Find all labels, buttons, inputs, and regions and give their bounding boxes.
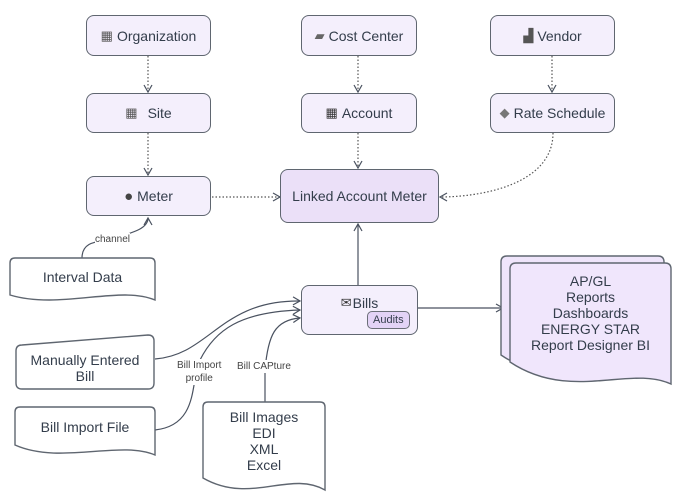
edge-rate-linked — [438, 132, 554, 202]
calculator-icon: ▦ — [325, 105, 338, 120]
folder-icon: ▰ — [314, 27, 325, 43]
manual-bill-label: Manually Entered Bill — [30, 352, 140, 384]
interval-data-label: Interval Data — [42, 269, 123, 285]
bill-import-file-label: Bill Import File — [40, 419, 130, 435]
bill-sources-label: Bill Images EDI XML Excel — [229, 409, 299, 473]
meter-node[interactable]: ● Meter — [86, 176, 211, 216]
bill-import-profile-label: Bill Import profile — [177, 359, 222, 385]
factory-icon: ▟ — [523, 27, 534, 43]
site-node[interactable]: ▦ Site — [86, 93, 211, 133]
cost-center-node[interactable]: ▰ Cost Center — [301, 15, 417, 56]
audits-badge[interactable]: Audits — [367, 311, 410, 329]
account-node[interactable]: ▦ Account — [301, 93, 417, 133]
organization-node[interactable]: ▦ Organization — [86, 15, 211, 56]
tag-icon: ◆ — [499, 105, 510, 120]
meter-icon: ● — [124, 187, 134, 205]
outputs-label: AP/GL Reports Dashboards ENERGY STAR Rep… — [530, 273, 651, 353]
linked-account-meter-node[interactable]: Linked Account Meter — [280, 169, 439, 223]
office-building-icon: ▦ — [125, 105, 138, 120]
channel-edge-label: channel — [95, 233, 131, 246]
rate-schedule-node[interactable]: ◆ Rate Schedule — [490, 93, 615, 133]
vendor-node[interactable]: ▟ Vendor — [490, 15, 615, 56]
edge-manual-bills — [154, 296, 302, 360]
building-icon: ▦ — [100, 27, 113, 43]
bill-capture-label: Bill CAPture — [237, 360, 291, 373]
envelope-icon: ✉ — [340, 295, 352, 310]
